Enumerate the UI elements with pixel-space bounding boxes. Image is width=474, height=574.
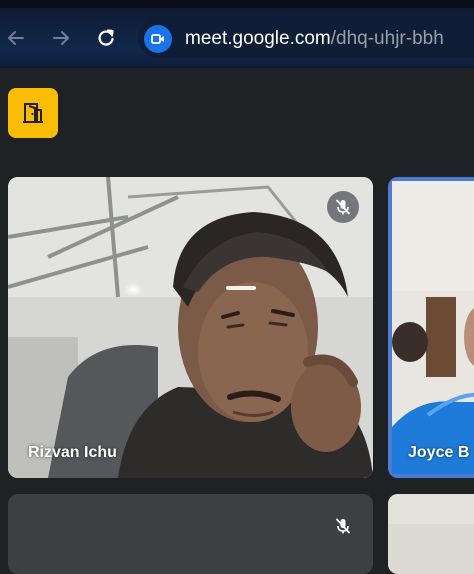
url-path: /dhq-uhjr-bbh	[330, 28, 444, 49]
forward-arrow-icon	[53, 31, 69, 45]
participant-tile[interactable]	[388, 494, 474, 574]
participant-tile[interactable]: Rizvan Ichu	[8, 177, 373, 478]
participant-name: Rizvan Ichu	[28, 444, 117, 461]
participant-video	[388, 494, 474, 574]
participant-tile[interactable]	[8, 494, 373, 574]
participant-video	[388, 177, 474, 478]
window-top-edge	[0, 0, 474, 8]
address-bar[interactable]: meet.google.com/dhq-uhjr-bbh	[138, 18, 474, 58]
forward-button[interactable]	[47, 24, 75, 52]
door-icon	[23, 103, 43, 123]
browser-toolbar: meet.google.com/dhq-uhjr-bbh	[0, 8, 474, 68]
reload-button[interactable]	[92, 24, 120, 52]
mic-off-icon	[336, 518, 350, 534]
mic-off-icon	[336, 199, 350, 215]
activities-button[interactable]	[8, 88, 58, 138]
back-button[interactable]	[2, 24, 30, 52]
url-host: meet.google.com	[185, 28, 331, 49]
mic-muted-indicator	[327, 191, 359, 223]
back-arrow-icon	[8, 31, 24, 45]
site-info-button[interactable]	[144, 25, 172, 53]
participant-tile-active-speaker[interactable]: Joyce B	[388, 177, 474, 478]
reload-icon	[98, 29, 114, 46]
participant-name: Joyce B	[408, 444, 470, 461]
mic-muted-indicator	[327, 510, 359, 542]
meet-camera-icon	[151, 34, 164, 44]
meet-call-area: Rizvan Ichu Joyce B	[0, 68, 474, 574]
url-text[interactable]: meet.google.com/dhq-uhjr-bbh	[185, 28, 444, 50]
participant-video	[8, 177, 373, 478]
